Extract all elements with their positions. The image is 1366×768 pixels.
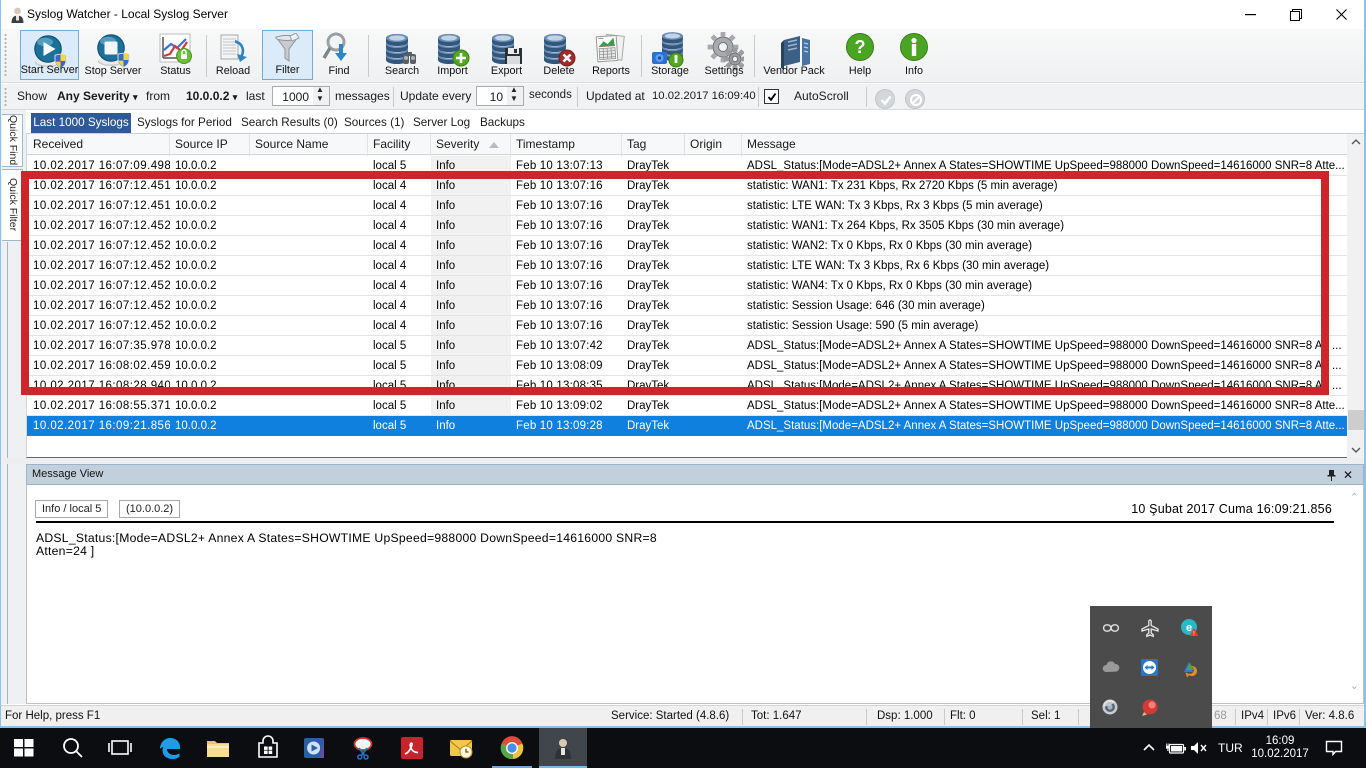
svg-text:?: ? (855, 37, 866, 57)
svg-text:e: e (1186, 622, 1192, 634)
